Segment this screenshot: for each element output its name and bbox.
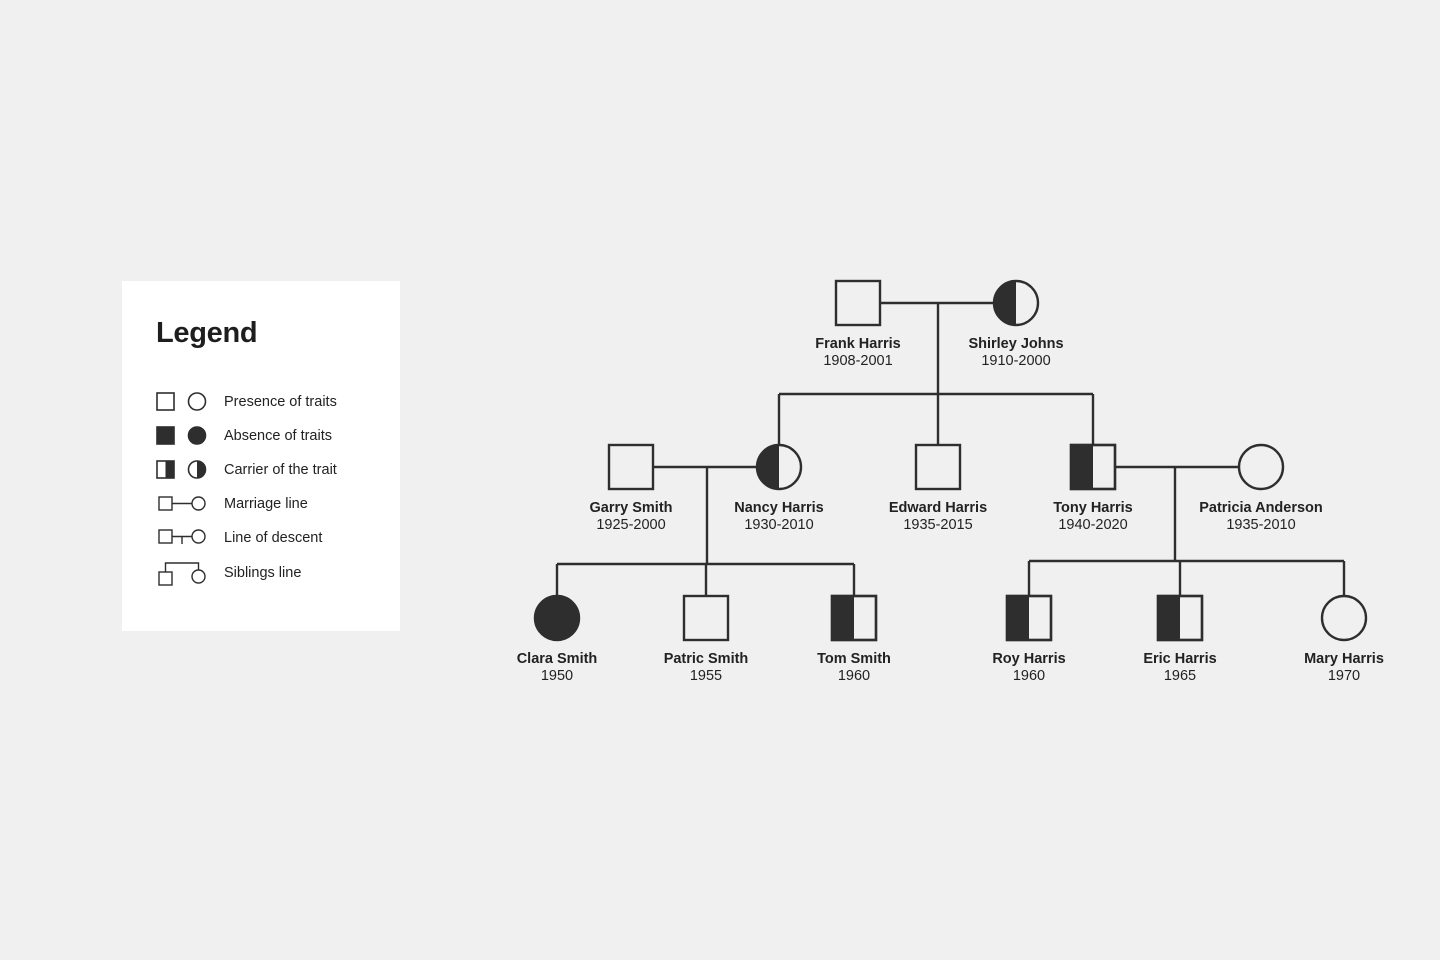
person-name: Garry Smith (590, 500, 673, 516)
person-name: Patricia Anderson (1199, 500, 1323, 516)
person-years: 1955 (690, 668, 722, 684)
person-frank: Frank Harris1908-2001 (815, 279, 901, 369)
person-name: Patric Smith (664, 651, 749, 667)
person-clara: Clara Smith1950 (517, 594, 598, 684)
person-years: 1960 (838, 668, 870, 684)
person-edward: Edward Harris1935-2015 (889, 443, 987, 533)
person-name: Shirley Johns (968, 336, 1063, 352)
person-shirley: Shirley Johns1910-2000 (968, 279, 1064, 369)
person-years: 1970 (1328, 668, 1360, 684)
carrier-half-fill (832, 596, 854, 640)
person-eric: Eric Harris1965 (1143, 594, 1217, 684)
person-years: 1908-2001 (823, 353, 892, 369)
carrier-half-fill (994, 281, 1016, 325)
pedigree-chart: Frank Harris1908-2001 Shirley Johns1910-2… (517, 279, 1384, 684)
carrier-half-fill (1071, 445, 1093, 489)
person-years: 1940-2020 (1058, 517, 1127, 533)
person-years: 1950 (541, 668, 573, 684)
person-tom: Tom Smith1960 (817, 594, 891, 684)
person-mary: Mary Harris1970 (1304, 594, 1384, 684)
person-name: Frank Harris (815, 336, 900, 352)
person-garry: Garry Smith1925-2000 (590, 443, 673, 533)
female-presence-symbol (1237, 443, 1285, 491)
person-years: 1960 (1013, 668, 1045, 684)
person-roy: Roy Harris1960 (992, 594, 1066, 684)
female-absence-symbol (533, 594, 581, 642)
carrier-half-fill (1158, 596, 1180, 640)
person-patric: Patric Smith1955 (664, 594, 749, 684)
person-years: 1965 (1164, 668, 1196, 684)
person-years: 1935-2015 (903, 517, 972, 533)
person-years: 1930-2010 (744, 517, 813, 533)
person-tony: Tony Harris1940-2020 (1053, 443, 1133, 533)
person-nancy: Nancy Harris1930-2010 (734, 443, 824, 533)
person-name: Tony Harris (1053, 500, 1133, 516)
female-presence-symbol (1320, 594, 1368, 642)
person-name: Roy Harris (992, 651, 1065, 667)
person-years: 1925-2000 (596, 517, 665, 533)
person-name: Clara Smith (517, 651, 598, 667)
male-presence-symbol (607, 443, 655, 491)
person-name: Edward Harris (889, 500, 987, 516)
person-name: Mary Harris (1304, 651, 1384, 667)
person-years: 1910-2000 (981, 353, 1050, 369)
person-years: 1935-2010 (1226, 517, 1295, 533)
person-name: Nancy Harris (734, 500, 823, 516)
person-name: Eric Harris (1143, 651, 1216, 667)
carrier-half-fill (1007, 596, 1029, 640)
male-presence-symbol (834, 279, 882, 327)
male-presence-symbol (914, 443, 962, 491)
carrier-half-fill (757, 445, 779, 489)
person-patricia: Patricia Anderson1935-2010 (1199, 443, 1323, 533)
person-name: Tom Smith (817, 651, 891, 667)
male-presence-symbol (682, 594, 730, 642)
